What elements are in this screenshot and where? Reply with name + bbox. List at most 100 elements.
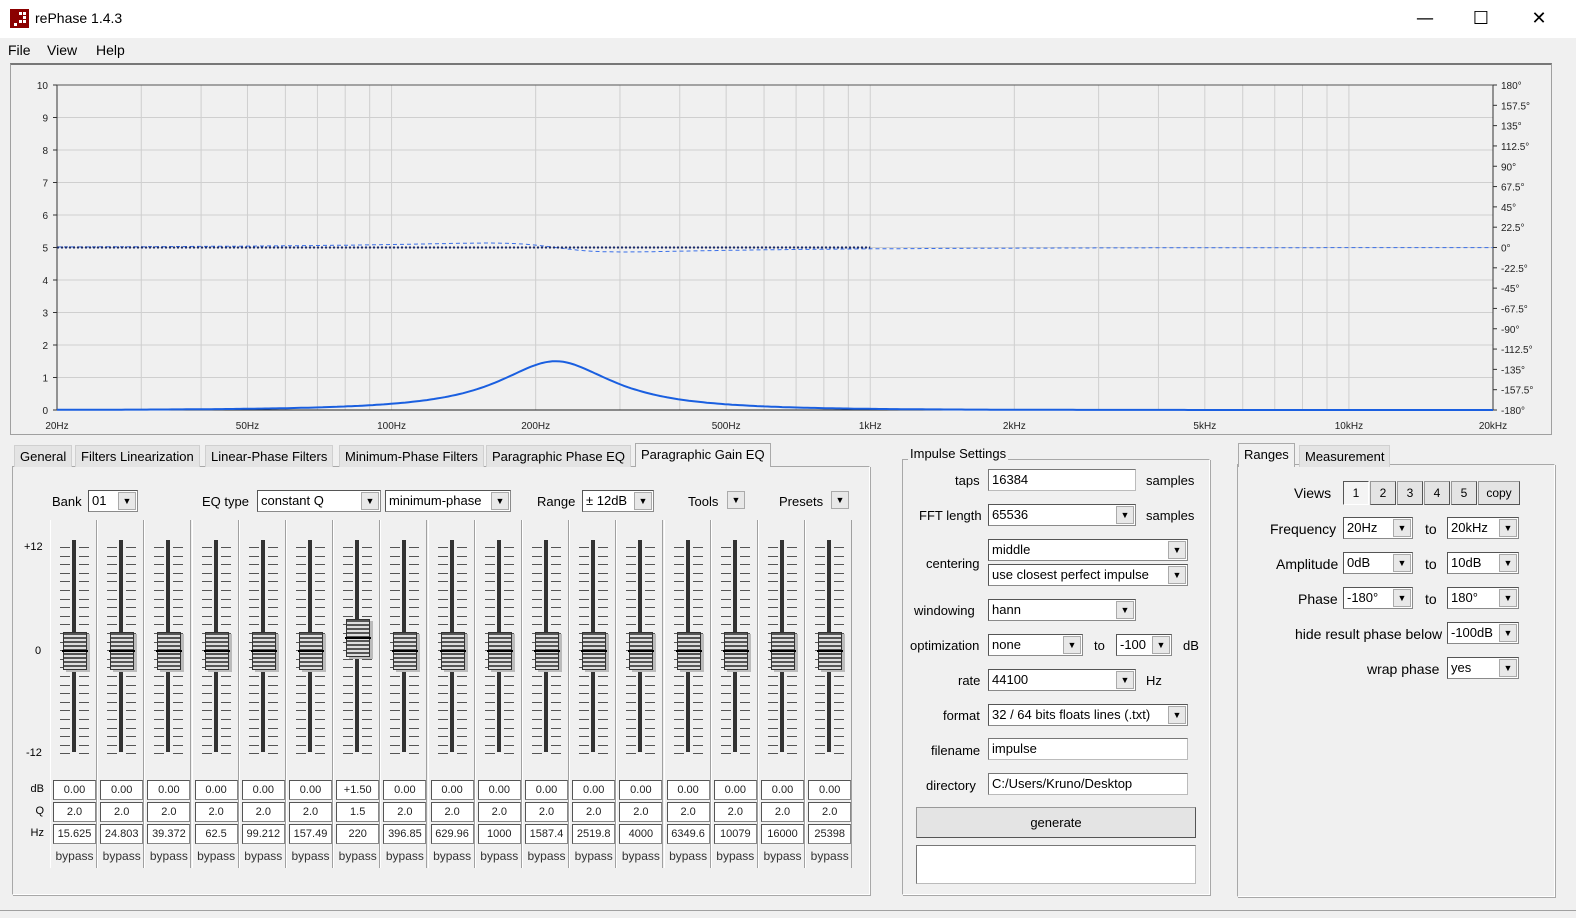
gain-db-input[interactable]: 0.00 bbox=[713, 780, 757, 800]
minimize-button[interactable]: — bbox=[1397, 0, 1453, 38]
bypass-toggle[interactable]: bypass bbox=[759, 849, 806, 863]
tab-general[interactable]: General bbox=[14, 445, 73, 467]
view-5-button[interactable]: 5 bbox=[1451, 481, 1477, 505]
range-select[interactable]: ± 12dB ▼ bbox=[582, 490, 654, 512]
gain-slider-knob[interactable] bbox=[581, 632, 608, 670]
view-2-button[interactable]: 2 bbox=[1370, 481, 1396, 505]
tab-filters-linearization[interactable]: Filters Linearization bbox=[75, 445, 200, 467]
generate-button[interactable]: generate bbox=[916, 807, 1196, 838]
wrap-phase-select[interactable]: yes ▼ bbox=[1447, 657, 1519, 679]
q-input[interactable]: 2.0 bbox=[477, 802, 521, 822]
hide-phase-select[interactable]: -100dB ▼ bbox=[1447, 622, 1519, 644]
frequency-input[interactable]: 1587.4 bbox=[525, 824, 568, 844]
q-input[interactable]: 2.0 bbox=[713, 802, 757, 822]
format-select[interactable]: 32 / 64 bits floats lines (.txt) ▼ bbox=[988, 704, 1188, 726]
view-3-button[interactable]: 3 bbox=[1397, 481, 1423, 505]
q-input[interactable]: 1.5 bbox=[336, 802, 380, 822]
frequency-input[interactable]: 4000 bbox=[619, 824, 663, 844]
tab-paragraphic-phase-eq[interactable]: Paragraphic Phase EQ bbox=[486, 445, 631, 467]
menu-view[interactable]: View bbox=[47, 42, 77, 58]
bypass-toggle[interactable]: bypass bbox=[193, 849, 240, 863]
q-input[interactable]: 2.0 bbox=[100, 802, 144, 822]
bypass-toggle[interactable]: bypass bbox=[98, 849, 145, 863]
gain-db-input[interactable]: 0.00 bbox=[572, 780, 616, 800]
q-input[interactable]: 2.0 bbox=[808, 802, 852, 822]
gain-db-input[interactable]: 0.00 bbox=[430, 780, 474, 800]
copy-view-button[interactable]: copy bbox=[1478, 481, 1520, 505]
gain-slider-knob[interactable] bbox=[345, 619, 372, 657]
gain-slider-knob[interactable] bbox=[250, 632, 277, 670]
q-input[interactable]: 2.0 bbox=[194, 802, 238, 822]
q-input[interactable]: 2.0 bbox=[53, 802, 96, 822]
gain-slider-knob[interactable] bbox=[770, 632, 796, 670]
gain-slider-knob[interactable] bbox=[439, 632, 466, 670]
bypass-toggle[interactable]: bypass bbox=[523, 849, 570, 863]
centering-select[interactable]: middle ▼ bbox=[988, 539, 1188, 561]
optimization-select[interactable]: none ▼ bbox=[988, 634, 1083, 656]
frequency-input[interactable]: 39.372 bbox=[147, 824, 191, 844]
q-input[interactable]: 2.0 bbox=[430, 802, 474, 822]
bank-select[interactable]: 01 ▼ bbox=[88, 490, 138, 512]
eq-type-select[interactable]: constant Q ▼ bbox=[257, 490, 381, 512]
q-input[interactable]: 2.0 bbox=[147, 802, 191, 822]
gain-slider-knob[interactable] bbox=[534, 632, 560, 670]
gain-db-input[interactable]: 0.00 bbox=[289, 780, 332, 800]
q-input[interactable]: 2.0 bbox=[572, 802, 616, 822]
frequency-input[interactable]: 2519.8 bbox=[572, 824, 616, 844]
bypass-toggle[interactable]: bypass bbox=[712, 849, 759, 863]
frequency-input[interactable]: 62.5 bbox=[194, 824, 238, 844]
frequency-input[interactable]: 15.625 bbox=[53, 824, 96, 844]
view-1-button[interactable]: 1 bbox=[1343, 481, 1369, 505]
gain-slider-knob[interactable] bbox=[156, 632, 183, 670]
bypass-toggle[interactable]: bypass bbox=[476, 849, 523, 863]
gain-slider-knob[interactable] bbox=[675, 632, 702, 670]
gain-db-input[interactable]: +1.50 bbox=[336, 780, 380, 800]
amplitude-from-select[interactable]: 0dB ▼ bbox=[1343, 552, 1413, 574]
gain-slider-knob[interactable] bbox=[62, 632, 88, 670]
presets-dropdown[interactable]: ▼ bbox=[830, 490, 850, 512]
gain-slider-knob[interactable] bbox=[722, 632, 749, 670]
gain-slider-knob[interactable] bbox=[628, 632, 655, 670]
q-input[interactable]: 2.0 bbox=[383, 802, 427, 822]
bypass-toggle[interactable]: bypass bbox=[240, 849, 287, 863]
gain-db-input[interactable]: 0.00 bbox=[619, 780, 663, 800]
q-input[interactable]: 2.0 bbox=[289, 802, 332, 822]
bypass-toggle[interactable]: bypass bbox=[570, 849, 617, 863]
frequency-input[interactable]: 1000 bbox=[477, 824, 521, 844]
optimization-db-select[interactable]: -100 ▼ bbox=[1116, 634, 1172, 656]
rate-select[interactable]: 44100 ▼ bbox=[988, 669, 1136, 691]
gain-slider-knob[interactable] bbox=[203, 632, 230, 670]
amplitude-to-select[interactable]: 10dB ▼ bbox=[1447, 552, 1519, 574]
frequency-input[interactable]: 629.96 bbox=[430, 824, 474, 844]
presets-menu[interactable]: Presets bbox=[779, 494, 823, 509]
bypass-toggle[interactable]: bypass bbox=[51, 849, 98, 863]
tab-minimum-phase-filters[interactable]: Minimum-Phase Filters bbox=[339, 445, 484, 467]
q-input[interactable]: 2.0 bbox=[525, 802, 568, 822]
taps-input[interactable]: 16384 bbox=[988, 469, 1136, 491]
phase-to-select[interactable]: 180° ▼ bbox=[1447, 587, 1519, 609]
q-input[interactable]: 2.0 bbox=[241, 802, 285, 822]
phase-from-select[interactable]: -180° ▼ bbox=[1343, 587, 1413, 609]
q-input[interactable]: 2.0 bbox=[666, 802, 710, 822]
q-input[interactable]: 2.0 bbox=[761, 802, 804, 822]
view-4-button[interactable]: 4 bbox=[1424, 481, 1450, 505]
gain-db-input[interactable]: 0.00 bbox=[100, 780, 144, 800]
gain-db-input[interactable]: 0.00 bbox=[194, 780, 238, 800]
frequency-to-select[interactable]: 20kHz ▼ bbox=[1447, 517, 1519, 539]
frequency-from-select[interactable]: 20Hz ▼ bbox=[1343, 517, 1413, 539]
bypass-toggle[interactable]: bypass bbox=[381, 849, 428, 863]
gain-db-input[interactable]: 0.00 bbox=[241, 780, 285, 800]
gain-db-input[interactable]: 0.00 bbox=[761, 780, 804, 800]
tools-menu[interactable]: Tools bbox=[688, 494, 718, 509]
frequency-input[interactable]: 24.803 bbox=[100, 824, 144, 844]
gain-db-input[interactable]: 0.00 bbox=[666, 780, 710, 800]
q-input[interactable]: 2.0 bbox=[619, 802, 663, 822]
menu-help[interactable]: Help bbox=[96, 42, 125, 58]
frequency-input[interactable]: 220 bbox=[336, 824, 380, 844]
gain-slider-knob[interactable] bbox=[109, 632, 136, 670]
tab-paragraphic-gain-eq[interactable]: Paragraphic Gain EQ bbox=[635, 443, 771, 467]
gain-db-input[interactable]: 0.00 bbox=[477, 780, 521, 800]
bypass-toggle[interactable]: bypass bbox=[429, 849, 476, 863]
bypass-toggle[interactable]: bypass bbox=[665, 849, 712, 863]
gain-slider-knob[interactable] bbox=[817, 632, 844, 670]
